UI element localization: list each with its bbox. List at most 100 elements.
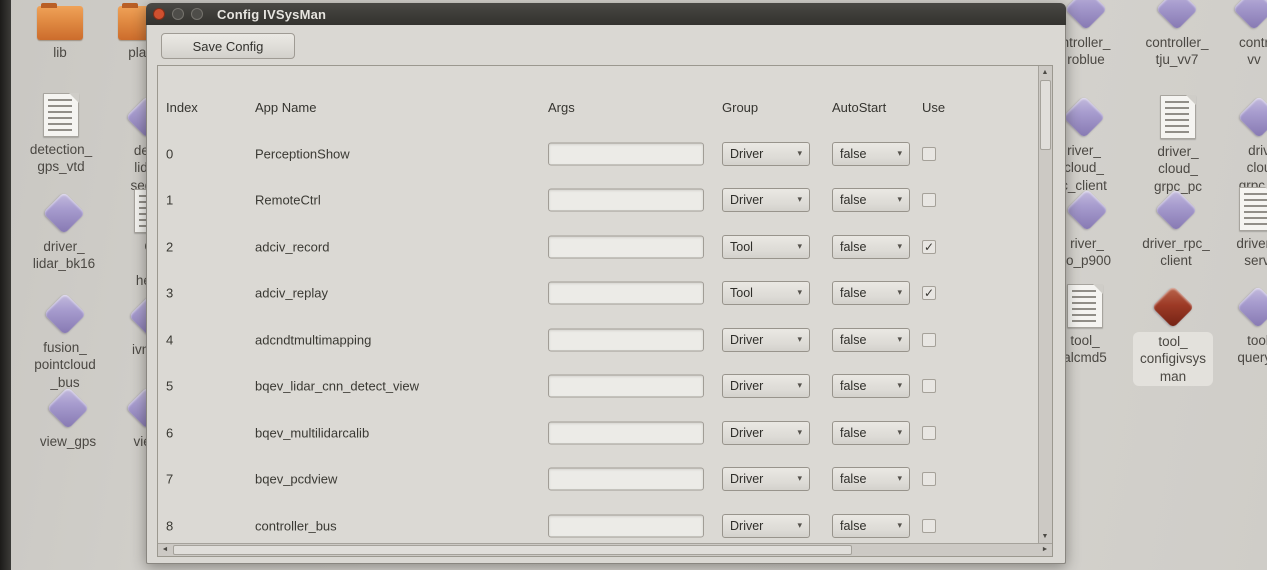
header-args: Args xyxy=(548,100,575,115)
table-row: 1 RemoteCtrl Driver▾ false▾ xyxy=(158,176,1038,223)
dropdown-arrow-icon: ▾ xyxy=(797,334,802,345)
args-input[interactable] xyxy=(548,188,704,211)
args-input[interactable] xyxy=(548,235,704,258)
group-select[interactable]: Driver▾ xyxy=(722,467,810,491)
desktop-icon-driver-lidar-bk16[interactable]: driver_ lidar_bk16 xyxy=(18,192,110,273)
desktop-icon-driver-serv[interactable]: driver_ serv xyxy=(1211,186,1267,270)
folder-icon xyxy=(37,6,83,40)
args-input[interactable] xyxy=(548,421,704,444)
icon-label: ntroller_ roblue xyxy=(1062,34,1111,69)
scroll-down-icon[interactable]: ▼ xyxy=(1038,530,1052,543)
diamond-icon xyxy=(1063,96,1105,138)
use-checkbox[interactable]: ✓ xyxy=(922,240,936,254)
desktop-icon-tool-configivsysman[interactable]: tool_ configivsys man xyxy=(1127,286,1219,386)
icon-label: detection_ gps_vtd xyxy=(30,141,92,176)
header-group: Group xyxy=(722,100,758,115)
scroll-right-icon[interactable]: ► xyxy=(1038,543,1052,556)
row-index: 0 xyxy=(166,146,173,161)
desktop-icon-driv-clou-grpc-s[interactable]: driv clou grpc_s xyxy=(1213,96,1267,194)
autostart-select[interactable]: false▾ xyxy=(832,281,910,305)
row-app-name: PerceptionShow xyxy=(255,146,350,161)
icon-label: fusion_ pointcloud _bus xyxy=(34,339,96,391)
autostart-select[interactable]: false▾ xyxy=(832,188,910,212)
row-app-name: adciv_replay xyxy=(255,285,328,300)
icon-label: river_ cloud_ c_client xyxy=(1061,142,1107,194)
table-row: 4 adcndtmultimapping Driver▾ false▾ xyxy=(158,316,1038,363)
group-select[interactable]: Driver▾ xyxy=(722,142,810,166)
icon-label: view_gps xyxy=(40,433,96,450)
row-index: 6 xyxy=(166,425,173,440)
horizontal-scroll-thumb[interactable] xyxy=(173,545,852,555)
dropdown-arrow-icon: ▾ xyxy=(897,520,902,531)
autostart-select[interactable]: false▾ xyxy=(832,421,910,445)
icon-label: lib xyxy=(53,44,67,61)
minimize-button-icon[interactable] xyxy=(172,8,184,20)
scroll-up-icon[interactable]: ▲ xyxy=(1038,66,1052,79)
autostart-select[interactable]: false▾ xyxy=(832,514,910,538)
autostart-select[interactable]: false▾ xyxy=(832,142,910,166)
horizontal-scrollbar[interactable]: ◄ ► xyxy=(158,543,1052,556)
icon-label: tool_ alcmd5 xyxy=(1063,332,1107,367)
autostart-select[interactable]: false▾ xyxy=(832,328,910,352)
icon-label: driver_ cloud_ grpc_pc xyxy=(1154,143,1202,195)
autostart-select[interactable]: false▾ xyxy=(832,374,910,398)
args-input[interactable] xyxy=(548,328,704,351)
autostart-select[interactable]: false▾ xyxy=(832,235,910,259)
group-select[interactable]: Driver▾ xyxy=(722,328,810,352)
use-checkbox[interactable] xyxy=(922,193,936,207)
dropdown-arrow-icon: ▾ xyxy=(897,241,902,252)
diamond-icon xyxy=(1155,189,1197,231)
use-checkbox[interactable] xyxy=(922,472,936,486)
autostart-select[interactable]: false▾ xyxy=(832,467,910,491)
vertical-scroll-thumb[interactable] xyxy=(1040,80,1051,150)
scroll-left-icon[interactable]: ◄ xyxy=(158,543,172,556)
row-index: 4 xyxy=(166,332,173,347)
row-index: 8 xyxy=(166,518,173,533)
close-button-icon[interactable] xyxy=(153,8,165,20)
header-app-name: App Name xyxy=(255,100,316,115)
desktop-icon-driver-rpc-client[interactable]: driver_rpc_ client xyxy=(1130,189,1222,270)
args-input[interactable] xyxy=(548,514,704,537)
dropdown-arrow-icon: ▾ xyxy=(897,473,902,484)
table-row: 3 adciv_replay Tool▾ false▾ ✓ xyxy=(158,269,1038,316)
desktop-icon-lib[interactable]: lib xyxy=(14,4,106,61)
desktop-icon-tool-queryn[interactable]: tool queryn xyxy=(1212,286,1267,367)
args-input[interactable] xyxy=(548,142,704,165)
use-checkbox[interactable] xyxy=(922,333,936,347)
use-checkbox[interactable] xyxy=(922,379,936,393)
use-checkbox[interactable] xyxy=(922,147,936,161)
document-icon xyxy=(1239,187,1267,231)
vertical-scrollbar[interactable]: ▲ xyxy=(1038,66,1052,543)
window-titlebar[interactable]: Config IVSysMan xyxy=(146,3,1066,25)
dropdown-arrow-icon: ▾ xyxy=(897,334,902,345)
row-index: 7 xyxy=(166,471,173,486)
desktop-icon-detection-gps-vtd[interactable]: detection_ gps_vtd xyxy=(15,92,107,176)
group-select[interactable]: Tool▾ xyxy=(722,281,810,305)
table-row: 7 bqev_pcdview Driver▾ false▾ xyxy=(158,455,1038,502)
dropdown-arrow-icon: ▾ xyxy=(797,520,802,531)
group-select[interactable]: Driver▾ xyxy=(722,421,810,445)
use-checkbox[interactable]: ✓ xyxy=(922,286,936,300)
row-app-name: bqev_pcdview xyxy=(255,471,337,486)
args-input[interactable] xyxy=(548,374,704,397)
diamond-icon xyxy=(1066,189,1108,231)
dropdown-arrow-icon: ▾ xyxy=(797,427,802,438)
group-select[interactable]: Driver▾ xyxy=(722,188,810,212)
args-input[interactable] xyxy=(548,281,704,304)
row-app-name: adciv_record xyxy=(255,239,329,254)
dropdown-arrow-icon: ▾ xyxy=(897,427,902,438)
use-checkbox[interactable] xyxy=(922,519,936,533)
desktop-icon-contr-vv[interactable]: contr vv xyxy=(1208,0,1267,69)
header-use: Use xyxy=(922,100,945,115)
args-input[interactable] xyxy=(548,467,704,490)
desktop-icon-fusion-pointcloud-bus[interactable]: fusion_ pointcloud _bus xyxy=(19,293,111,391)
diamond-icon xyxy=(1233,0,1267,30)
maximize-button-icon[interactable] xyxy=(191,8,203,20)
save-config-button[interactable]: Save Config xyxy=(161,33,295,59)
desktop-icon-driver-cloud-grpc-pc[interactable]: driver_ cloud_ grpc_pc xyxy=(1132,94,1224,195)
group-select[interactable]: Tool▾ xyxy=(722,235,810,259)
group-select[interactable]: Driver▾ xyxy=(722,374,810,398)
group-select[interactable]: Driver▾ xyxy=(722,514,810,538)
use-checkbox[interactable] xyxy=(922,426,936,440)
table-row: 6 bqev_multilidarcalib Driver▾ false▾ xyxy=(158,409,1038,456)
